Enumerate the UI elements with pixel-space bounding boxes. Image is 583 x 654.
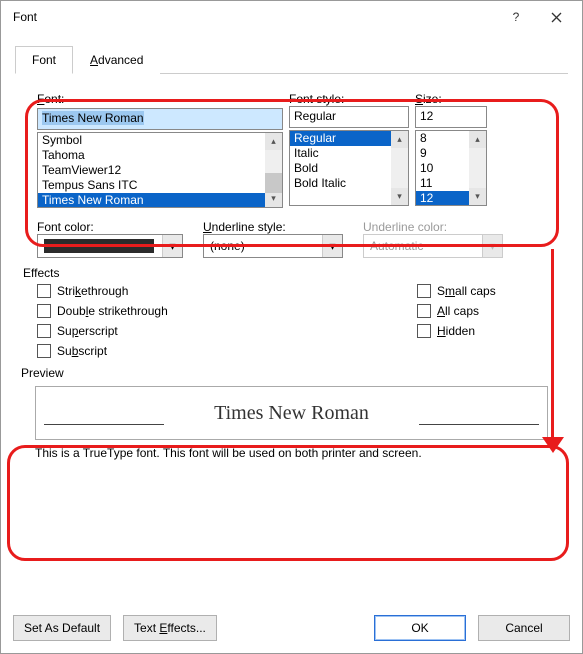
chk-label: All caps: [437, 304, 479, 318]
chevron-down-icon[interactable]: ▾: [322, 235, 342, 257]
btn-label: Text Effects...: [134, 621, 206, 635]
tab-font-label: Font: [32, 53, 56, 67]
underline-color-value: Automatic: [364, 239, 482, 253]
chk-label: Small caps: [437, 284, 496, 298]
titlebar: Font ?: [1, 1, 582, 33]
chk-all-caps[interactable]: All caps: [417, 304, 496, 318]
scroll-down-icon[interactable]: ▾: [469, 188, 486, 205]
color-swatch: [44, 239, 154, 253]
set-default-button[interactable]: Set As Default: [13, 615, 111, 641]
underline-color-label: Underline color:: [363, 220, 503, 234]
ok-button[interactable]: OK: [374, 615, 466, 641]
btn-label: OK: [411, 621, 428, 635]
font-input-value: Times New Roman: [42, 111, 144, 125]
tab-advanced-label: dvanced: [98, 53, 143, 67]
underline-style-label: Underline style:: [203, 220, 343, 234]
list-item[interactable]: TeamViewer12: [38, 163, 282, 178]
size-label: Size:: [415, 92, 487, 106]
checkbox-icon: [37, 344, 51, 358]
chk-label: Hidden: [437, 324, 475, 338]
effects-label: Effects: [21, 260, 562, 282]
chk-superscript[interactable]: Superscript: [37, 324, 417, 338]
chk-subscript[interactable]: Subscript: [37, 344, 417, 358]
size-input-value: 12: [420, 109, 433, 123]
checkbox-icon: [37, 304, 51, 318]
tab-strip: Font Advanced: [15, 45, 568, 74]
help-button[interactable]: ?: [496, 3, 536, 31]
style-label: Font style:: [289, 92, 409, 106]
preview-description: This is a TrueType font. This font will …: [21, 442, 562, 464]
tab-advanced[interactable]: Advanced: [73, 46, 160, 74]
chk-hidden[interactable]: Hidden: [417, 324, 496, 338]
btn-label: Cancel: [505, 621, 542, 635]
checkbox-icon: [417, 324, 431, 338]
list-item[interactable]: Symbol: [38, 133, 282, 148]
size-listbox[interactable]: 8 9 10 11 12 ▴ ▾: [415, 130, 487, 206]
scrollbar[interactable]: ▴ ▾: [469, 131, 486, 205]
chk-label: Strikethrough: [57, 284, 128, 298]
scrollbar[interactable]: ▴ ▾: [265, 133, 282, 207]
size-input[interactable]: 12: [415, 106, 487, 128]
chk-label: Superscript: [57, 324, 118, 338]
chk-double-strikethrough[interactable]: Double strikethrough: [37, 304, 417, 318]
preview-baseline: [419, 424, 539, 425]
checkbox-icon: [417, 304, 431, 318]
chevron-down-icon[interactable]: ▾: [162, 235, 182, 257]
scroll-down-icon[interactable]: ▾: [391, 188, 408, 205]
style-listbox[interactable]: Regular Italic Bold Bold Italic ▴ ▾: [289, 130, 409, 206]
scroll-up-icon[interactable]: ▴: [391, 131, 408, 148]
preview-sample-text: Times New Roman: [214, 402, 369, 425]
btn-label: Set As Default: [24, 621, 100, 635]
tab-font[interactable]: Font: [15, 46, 73, 74]
window-title: Font: [13, 10, 496, 24]
style-input-value: Regular: [294, 109, 336, 123]
preview-box: Times New Roman: [35, 386, 548, 440]
font-listbox[interactable]: Symbol Tahoma TeamViewer12 Tempus Sans I…: [37, 132, 283, 208]
font-label: Font:: [37, 92, 283, 106]
chk-label: Subscript: [57, 344, 107, 358]
underline-style-dropdown[interactable]: (none) ▾: [203, 234, 343, 258]
font-color-label: Font color:: [37, 220, 183, 234]
list-item[interactable]: Tahoma: [38, 148, 282, 163]
scroll-up-icon[interactable]: ▴: [265, 133, 282, 150]
font-input[interactable]: Times New Roman: [37, 108, 283, 130]
close-button[interactable]: [536, 3, 576, 31]
checkbox-icon: [37, 284, 51, 298]
underline-color-dropdown: Automatic ▾: [363, 234, 503, 258]
scrollbar[interactable]: ▴ ▾: [391, 131, 408, 205]
style-input[interactable]: Regular: [289, 106, 409, 128]
scroll-thumb[interactable]: [265, 173, 282, 193]
tabpage-font: Font: Times New Roman Symbol Tahoma Team…: [15, 74, 568, 470]
preview-baseline: [44, 424, 164, 425]
underline-style-value: (none): [204, 239, 322, 253]
text-effects-button[interactable]: Text Effects...: [123, 615, 217, 641]
close-icon: [551, 12, 562, 23]
chk-strikethrough[interactable]: Strikethrough: [37, 284, 417, 298]
font-dialog: Font ? Font Advanced Font: Times New Rom…: [0, 0, 583, 654]
scroll-up-icon[interactable]: ▴: [469, 131, 486, 148]
checkbox-icon: [37, 324, 51, 338]
list-item[interactable]: Tempus Sans ITC: [38, 178, 282, 193]
cancel-button[interactable]: Cancel: [478, 615, 570, 641]
chk-small-caps[interactable]: Small caps: [417, 284, 496, 298]
tab-advanced-accel: A: [90, 53, 98, 67]
font-color-dropdown[interactable]: ▾: [37, 234, 183, 258]
chevron-down-icon: ▾: [482, 235, 502, 257]
button-bar: Set As Default Text Effects... OK Cancel: [13, 615, 570, 641]
chk-label: Double strikethrough: [57, 304, 168, 318]
preview-label: Preview: [21, 360, 562, 382]
checkbox-icon: [417, 284, 431, 298]
list-item[interactable]: Times New Roman: [38, 193, 282, 208]
